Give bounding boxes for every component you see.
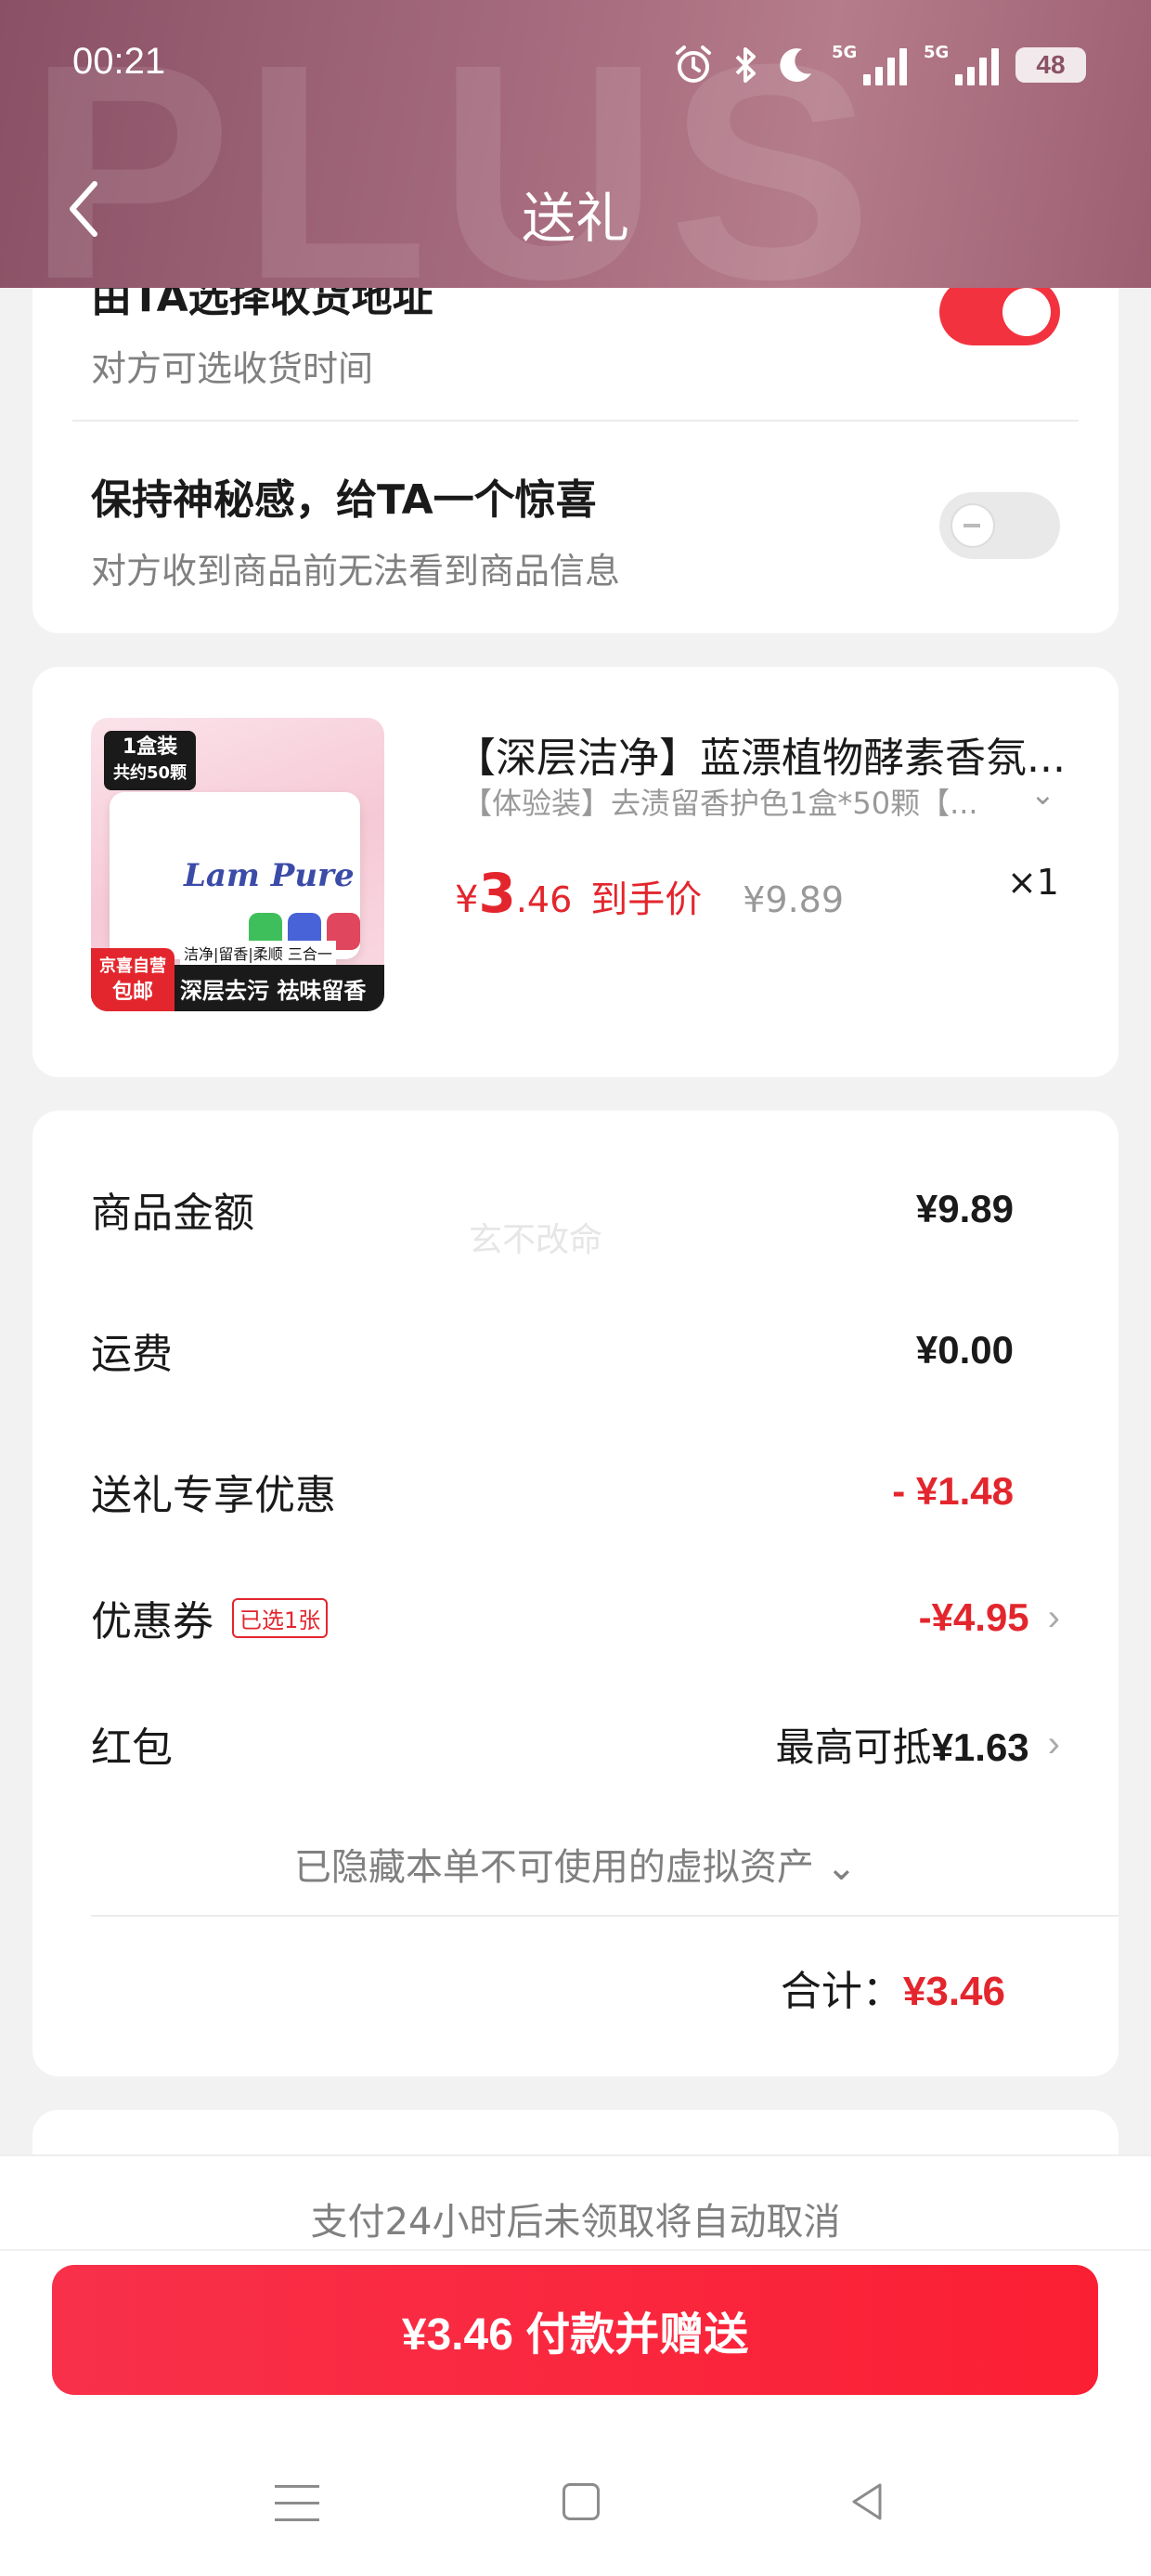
alarm-icon xyxy=(676,46,711,83)
pay-and-gift-button[interactable]: ¥3.46 付款并赠送 xyxy=(52,2265,1098,2395)
5g-signal-icon: 5G xyxy=(832,43,907,85)
product-image[interactable]: 1盒装 共约50颗 Lam Pure 洁净|留香|柔顺 三合一 深层去污 祛味留… xyxy=(91,718,384,1011)
5g-signal-icon: 5G xyxy=(924,43,999,85)
mystery-title: 保持神秘感，给TA一个惊喜 xyxy=(91,476,597,524)
product-spec[interactable]: 【体验装】去渍留香护色1盒*50颗【... xyxy=(462,780,1001,823)
order-summary-card: 玄不改命 商品金额 ¥9.89 运费 ¥0.00 送礼专享优惠 - ¥1.48 … xyxy=(32,1111,1119,2076)
page-title: 送礼 xyxy=(521,187,629,250)
hidden-assets-toggle[interactable]: 已隐藏本单不可使用的虚拟资产 ⌄ xyxy=(32,1837,1119,1891)
product-card[interactable]: 1盒装 共约50颗 Lam Pure 洁净|留香|柔顺 三合一 深层去污 祛味留… xyxy=(32,667,1119,1077)
red-packet-row[interactable]: 红包 最高可抵¥1.63 › xyxy=(91,1707,1060,1781)
battery-icon: 48 xyxy=(1015,47,1086,83)
product-price: ¥ 3 .46 到手价 ¥9.89 xyxy=(455,862,845,925)
chevron-down-icon[interactable]: ⌄ xyxy=(1030,776,1055,812)
system-nav-bar xyxy=(0,2463,1151,2556)
home-icon[interactable] xyxy=(563,2483,600,2520)
bluetooth-icon xyxy=(735,47,756,83)
product-title[interactable]: 【深层洁净】蓝漂植物酵素香氛... xyxy=(455,724,1086,784)
mystery-toggle[interactable] xyxy=(939,492,1060,559)
chevron-right-icon: › xyxy=(1047,1596,1060,1638)
chevron-right-icon: › xyxy=(1047,1723,1060,1764)
gift-discount-row: 送礼专享优惠 - ¥1.48 xyxy=(91,1469,1014,1519)
options-divider xyxy=(72,420,1079,422)
back-triangle-icon[interactable] xyxy=(845,2479,889,2524)
bottom-bar: 支付24小时后未领取将自动取消 ¥3.46 付款并赠送 xyxy=(0,2154,1151,2576)
receiver-choose-address-toggle[interactable] xyxy=(939,279,1060,345)
coupon-row[interactable]: 优惠券 已选1张 -¥4.95 › xyxy=(91,1581,1060,1655)
original-price: ¥9.89 xyxy=(743,879,845,920)
receiver-choose-time-subtitle: 对方可选收货时间 xyxy=(91,348,374,389)
product-image-strip: 洁净|留香|柔顺 三合一 xyxy=(180,941,336,965)
final-price-label: 到手价 xyxy=(590,878,703,921)
menu-icon[interactable] xyxy=(275,2485,319,2522)
header: PLUS 00:21 5G 5G 48 送礼 xyxy=(0,0,1151,288)
product-quantity: ×1 xyxy=(1006,862,1059,903)
moon-icon xyxy=(780,48,811,83)
auto-cancel-notice: 支付24小时后未领取将自动取消 xyxy=(310,2201,841,2244)
goods-amount-row: 商品金额 ¥9.89 xyxy=(91,1187,1014,1237)
product-image-badge: 1盒装 共约50颗 xyxy=(104,731,197,790)
product-image-tag: 京喜自营 包邮 xyxy=(91,948,175,1011)
notice-divider xyxy=(0,2249,1151,2251)
status-time: 00:21 xyxy=(72,41,166,82)
shipping-row: 运费 ¥0.00 xyxy=(91,1328,1014,1378)
coupon-selected-tag: 已选1张 xyxy=(232,1597,329,1638)
product-brand-logo: Lam Pure xyxy=(184,857,355,894)
order-total: 合计：¥3.46 xyxy=(780,1968,1005,2015)
mystery-subtitle: 对方收到商品前无法看到商品信息 xyxy=(91,551,621,592)
status-icons: 5G 5G 48 xyxy=(672,37,1086,93)
mystery-option: 保持神秘感，给TA一个惊喜 对方收到商品前无法看到商品信息 xyxy=(91,466,1060,593)
summary-divider xyxy=(91,1915,1119,1917)
